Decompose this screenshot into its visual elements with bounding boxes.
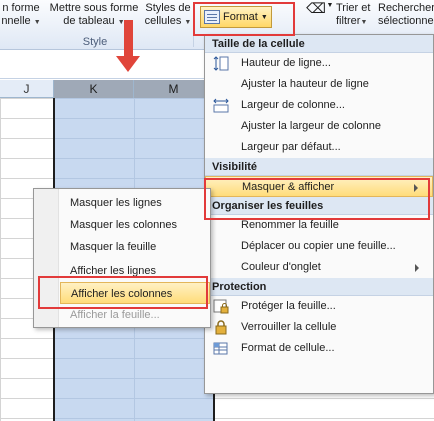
cell-styles-sublabel-text: cellules (144, 15, 182, 27)
find-sublabel: sélectionne (378, 15, 434, 27)
annotation-arrow-head (116, 56, 140, 72)
table-style-sublabel-text: nnelle (1, 15, 31, 27)
sort-filter-button[interactable]: Trier et filtrer▼ (336, 2, 376, 29)
hide-rows-item[interactable]: Masquer les lignes (60, 192, 210, 214)
annotation-box-hide-show (204, 178, 430, 220)
menu-item-label: Renommer la feuille (241, 219, 339, 231)
menu-item-autofit-row-height[interactable]: Ajuster la hauteur de ligne (205, 74, 433, 95)
menu-item-label: Ajuster la largeur de colonne (241, 120, 382, 132)
format-as-table-sublabel-text: de tableau (63, 15, 115, 27)
menu-item-label: Protéger la feuille... (241, 300, 336, 312)
column-header-m[interactable]: M (134, 80, 214, 98)
menu-item-format-cells[interactable]: Format de cellule... (205, 338, 433, 359)
table-style-sublabel: nnelle ▼ (0, 15, 42, 29)
table-style-label: n forme (2, 2, 40, 14)
section-heading-protection: Protection (205, 278, 433, 296)
column-header-j[interactable]: J (0, 80, 54, 98)
sort-sublabel: filtrer▼ (336, 15, 376, 29)
protect-sheet-icon (213, 299, 229, 314)
sort-label: Trier et (336, 2, 371, 14)
menu-item-autofit-column-width[interactable]: Ajuster la largeur de colonne (205, 116, 433, 137)
annotation-box-unhide-columns (38, 276, 208, 309)
menu-item-label: Largeur de colonne... (241, 99, 345, 111)
cell-styles-sublabel: cellules ▼ (144, 15, 192, 29)
menu-item-tab-color[interactable]: Couleur d'onglet (205, 257, 433, 278)
section-heading-cell-size: Taille de la cellule (205, 35, 433, 53)
menu-item-label: Couleur d'onglet (241, 261, 321, 273)
section-heading-visibility: Visibilité (205, 158, 433, 176)
menu-item-row-height[interactable]: Hauteur de ligne... (205, 53, 433, 74)
menu-item-label: Déplacer ou copier une feuille... (241, 240, 396, 252)
hide-columns-item[interactable]: Masquer les colonnes (60, 214, 210, 236)
menu-item-label: Largeur par défaut... (241, 141, 341, 153)
chevron-down-icon: ▼ (360, 19, 368, 26)
table-style-button[interactable]: n forme nnelle ▼ (0, 2, 42, 29)
menu-item-lock-cell[interactable]: Verrouiller la cellule (205, 317, 433, 338)
menu-item-protect-sheet[interactable]: Protéger la feuille... (205, 296, 433, 317)
menu-item-move-copy-sheet[interactable]: Déplacer ou copier une feuille... (205, 236, 433, 257)
cell-styles-button[interactable]: Styles de cellules ▼ (144, 2, 192, 29)
sort-sublabel-text: filtrer (336, 15, 361, 27)
find-label: Rechercher (378, 2, 434, 14)
format-as-table-label: Mettre sous forme (49, 2, 139, 14)
style-group-label: Style (82, 36, 108, 48)
menu-item-label: Ajuster la hauteur de ligne (241, 78, 369, 90)
menu-item-column-width[interactable]: Largeur de colonne... (205, 95, 433, 116)
column-header-k[interactable]: K (54, 80, 134, 98)
menu-item-default-width[interactable]: Largeur par défaut... (205, 137, 433, 158)
chevron-down-icon: ▼ (33, 19, 41, 26)
annotation-arrow (124, 20, 133, 58)
row-height-icon (213, 56, 229, 71)
find-select-button[interactable]: Rechercher sélectionne (378, 2, 434, 28)
format-cells-icon (213, 342, 228, 355)
column-width-icon (213, 98, 229, 113)
annotation-box-format (193, 2, 295, 36)
cell-styles-label: Styles de (145, 2, 191, 14)
menu-item-label: Hauteur de ligne... (241, 57, 331, 69)
lock-icon (215, 320, 227, 335)
menu-item-label: Verrouiller la cellule (241, 321, 337, 333)
chevron-down-icon[interactable]: ▼ (326, 0, 334, 12)
clear-icon[interactable]: ⌫ (306, 1, 326, 15)
chevron-down-icon: ▼ (184, 19, 192, 26)
submenu-arrow-icon (415, 264, 419, 272)
menu-item-label: Format de cellule... (241, 342, 335, 354)
hide-sheet-item[interactable]: Masquer la feuille (60, 236, 210, 258)
